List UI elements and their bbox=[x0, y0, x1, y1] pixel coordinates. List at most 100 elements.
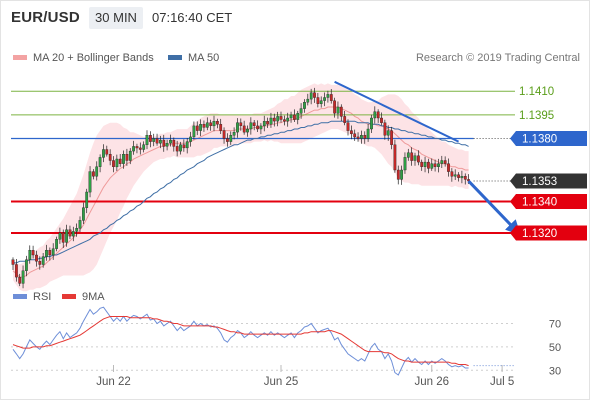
candle-body-up bbox=[232, 132, 236, 136]
candle-body-up bbox=[246, 128, 249, 133]
rsi-tick-label: 70 bbox=[549, 319, 561, 331]
candle-body-down bbox=[380, 117, 383, 123]
candle-body-down bbox=[396, 169, 400, 180]
candle-body-up bbox=[95, 166, 99, 177]
candle-body-down bbox=[175, 146, 179, 152]
candle-body-down bbox=[242, 125, 246, 133]
candle-body-up bbox=[400, 169, 403, 180]
price-label-1-1380: 1.1380 bbox=[510, 131, 587, 146]
price-label-1-1353: 1.1353 bbox=[510, 173, 587, 189]
candle-body-up bbox=[85, 191, 89, 208]
candle-body-up bbox=[309, 92, 313, 100]
price-legend: MA 20 + Bollinger Bands MA 50 Research ©… bbox=[13, 52, 580, 64]
candle-body-up bbox=[88, 171, 92, 193]
rsi-tick-label: 30 bbox=[549, 365, 561, 377]
candle-body-up bbox=[236, 122, 239, 133]
candle-body-down bbox=[443, 160, 447, 164]
candle-body-up bbox=[437, 163, 440, 167]
candle-body-up bbox=[152, 138, 156, 142]
candle-body-down bbox=[313, 92, 316, 98]
rsi-legend: RSI 9MA bbox=[13, 291, 105, 303]
legend-ma20-label: MA 20 + Bollinger Bands bbox=[33, 52, 154, 64]
price-label-1-1410: 1.1410 bbox=[519, 86, 554, 98]
candle-body-down bbox=[149, 135, 152, 142]
candle-body-up bbox=[185, 141, 189, 149]
candle-body-up bbox=[51, 248, 55, 256]
candle-body-down bbox=[35, 254, 38, 262]
candle-body-up bbox=[25, 259, 28, 271]
candle-body-up bbox=[360, 135, 363, 139]
legend-ma50-label: MA 50 bbox=[188, 52, 219, 64]
candle-body-down bbox=[333, 100, 336, 114]
price-labels: 1.1410 1.1395 1.1380 1.1353 1.1340 1.1320 bbox=[510, 86, 587, 241]
candle-body-down bbox=[343, 116, 347, 123]
candle-body-down bbox=[125, 154, 129, 161]
level-label: 1.1353 bbox=[522, 176, 557, 188]
rsi-line bbox=[12, 306, 469, 376]
candle-body-up bbox=[370, 117, 373, 130]
candle-body-up bbox=[28, 250, 32, 260]
legend-ma50-swatch bbox=[168, 55, 182, 60]
rsi-tick-label: 50 bbox=[549, 342, 561, 354]
candle-body-down bbox=[427, 161, 430, 169]
price-label-1-1395: 1.1395 bbox=[519, 110, 554, 122]
candle-body-down bbox=[219, 124, 223, 131]
candle-body-down bbox=[350, 130, 353, 134]
candle-body-down bbox=[68, 229, 72, 237]
candle-body-down bbox=[226, 138, 229, 142]
candle-body-down bbox=[279, 116, 283, 120]
candle-body-down bbox=[346, 122, 350, 131]
candle-body-down bbox=[293, 114, 296, 120]
candle-body-up bbox=[326, 94, 330, 98]
level-label: 1.1340 bbox=[522, 197, 557, 209]
candle-body-down bbox=[61, 232, 65, 243]
candle-body-up bbox=[259, 125, 263, 130]
candle-body-up bbox=[296, 113, 300, 120]
price-label-1-1320: 1.1320 bbox=[510, 225, 587, 241]
candle-body-up bbox=[199, 124, 202, 131]
candle-body-down bbox=[283, 119, 286, 122]
candle-body-up bbox=[128, 150, 132, 161]
candle-body-down bbox=[252, 122, 256, 126]
candle-body-down bbox=[138, 147, 142, 150]
candle-body-up bbox=[205, 122, 209, 128]
price-label-1-1340: 1.1340 bbox=[510, 194, 587, 209]
candle-body-down bbox=[48, 250, 52, 256]
candle-body-down bbox=[239, 122, 243, 126]
candle-body-up bbox=[169, 139, 172, 144]
candle-body-up bbox=[82, 207, 85, 221]
candle-body-up bbox=[159, 139, 162, 144]
candle-body-down bbox=[316, 97, 320, 104]
candle bbox=[393, 139, 397, 173]
candle-body-down bbox=[202, 124, 206, 128]
candle-body-up bbox=[115, 158, 119, 168]
candle-body-down bbox=[108, 154, 112, 161]
candle-body-up bbox=[406, 152, 410, 158]
candle-body-down bbox=[393, 144, 397, 171]
candle-body-down bbox=[155, 138, 159, 144]
candle-body-down bbox=[18, 276, 22, 284]
candle-body-up bbox=[179, 144, 182, 152]
x-axis: Jun 22 Jun 25 Jun 26 Jul 5 bbox=[96, 365, 514, 388]
candle-body-down bbox=[417, 155, 420, 163]
candle-body-up bbox=[58, 232, 62, 240]
candle-body-down bbox=[112, 160, 115, 167]
candle-body-up bbox=[276, 116, 280, 122]
candle-body-down bbox=[182, 144, 186, 149]
candle-body-down bbox=[363, 135, 367, 139]
candle-body-up bbox=[189, 136, 192, 142]
candle-body-down bbox=[410, 152, 414, 161]
candle-body-up bbox=[65, 229, 68, 243]
candle-body-down bbox=[38, 261, 42, 265]
candle-body-down bbox=[329, 94, 333, 101]
candle-body-down bbox=[457, 174, 460, 178]
candle-body-down bbox=[339, 106, 343, 117]
candle-body-up bbox=[41, 256, 45, 265]
candle-body-down bbox=[390, 130, 393, 145]
candle-body-down bbox=[105, 149, 109, 155]
candle-body-down bbox=[222, 130, 226, 139]
research-credit: Research © 2019 Trading Central bbox=[416, 52, 580, 64]
candle-body-up bbox=[98, 157, 102, 167]
candle-body-down bbox=[433, 163, 437, 167]
candle-body-up bbox=[145, 135, 149, 145]
